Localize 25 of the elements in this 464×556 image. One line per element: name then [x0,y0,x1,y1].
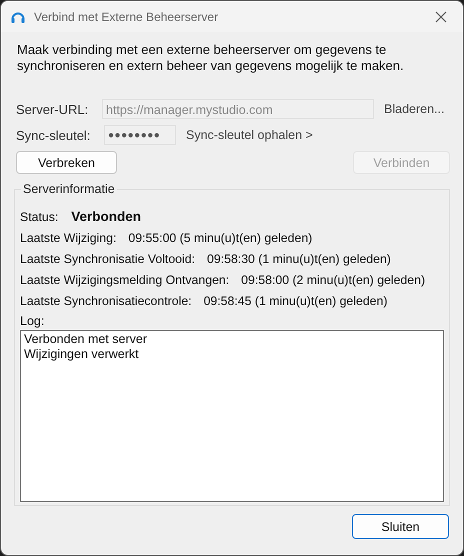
info-label: Laatste Synchronisatiecontrole: [20,294,192,308]
field-label: Sync-sleutel: [16,128,92,142]
info-label: Laatste Wijzigingsmelding Ontvangen: [20,272,230,286]
info-value: 09:58:45 (1 minu(u)t(en) geleden) [204,294,388,308]
log-area[interactable]: Verbonden met server Wijzigingen verwerkt [20,330,444,502]
info-label: Laatste Wijziging: [20,230,116,244]
info-label: Laatste Synchronisatie Voltooid: [20,252,196,266]
log-label: Log: [20,314,46,328]
log-line: Wijzigingen verwerkt [24,347,140,362]
close-dialog-button[interactable]: Sluiten [352,514,449,539]
group-title: Serverinformatie [21,182,117,196]
intro-text: Maak verbinding met een externe beheerserver om gegevens te synchroniseren en extern beheer van gegevens mogelijk te maken. [17,42,405,74]
close-icon [435,10,447,22]
window-title: Verbind met Externe Beheerserver [34,10,220,24]
status-value: Verbonden [71,209,142,224]
key-field[interactable]: ●●●●●●●● [104,125,176,145]
info-value: 09:55:00 (5 minu(u)t(en) geleden) [128,230,312,244]
info-value: 09:58:00 (2 minu(u)t(en) geleden) [241,272,426,286]
field-label: Server-URL: [16,102,90,116]
status-label: Status: [20,210,58,224]
log-line: Verbonden met server [24,332,148,347]
info-value: 09:58:30 (1 minu(u)t(en) geleden) [207,252,391,266]
action-button[interactable]: Verbreken [16,151,117,174]
browse-link[interactable]: Bladeren... [384,102,444,116]
get-key-link[interactable]: Sync-sleutel ophalen > [186,128,313,142]
